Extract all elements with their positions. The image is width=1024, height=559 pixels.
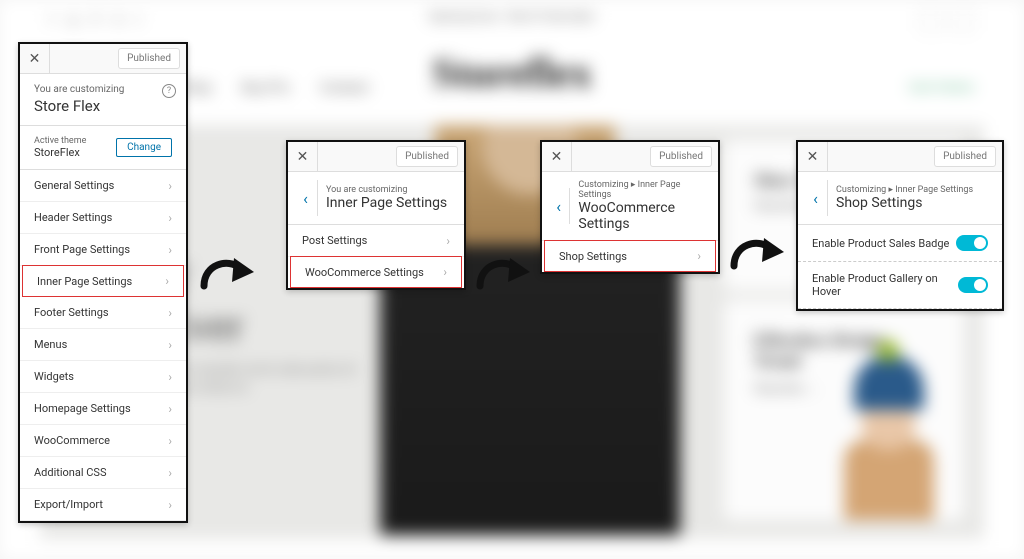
- toggle-switch[interactable]: [956, 235, 988, 251]
- customizing-label: You are customizing: [34, 84, 172, 95]
- option-label: Enable Product Sales Badge: [812, 237, 949, 250]
- menu-item-header-settings[interactable]: Header Settings ›: [20, 202, 186, 234]
- panel-title: Shop Settings: [836, 195, 973, 211]
- menu-item-label: Inner Page Settings: [37, 275, 132, 288]
- panel2-list: Post Settings › WooCommerce Settings ›: [288, 225, 464, 288]
- promo-card-2: Effortless Design Trend Shop Now →: [724, 300, 964, 520]
- chevron-right-icon: ›: [168, 402, 172, 416]
- chevron-right-icon: ›: [168, 370, 172, 384]
- panel-title: Inner Page Settings: [326, 195, 447, 211]
- menu-item-label: Menus: [34, 338, 67, 351]
- customizer-panel-root: ✕ Published You are customizing Store Fl…: [18, 42, 188, 523]
- customizer-panel-inner-page: ✕ Published ‹ You are customizing Inner …: [286, 140, 466, 290]
- menu-item-general-settings[interactable]: General Settings ›: [20, 170, 186, 202]
- menu-item-woocommerce-settings[interactable]: WooCommerce Settings ›: [290, 256, 462, 288]
- cart-link: Cart 0 items: [909, 80, 974, 94]
- toggle-switch[interactable]: [958, 277, 988, 293]
- menu-item-label: Additional CSS: [34, 466, 107, 479]
- option-label: Enable Product Gallery on Hover: [812, 272, 958, 298]
- menu-item-label: Front Page Settings: [34, 243, 130, 256]
- menu-item-additional-css[interactable]: Additional CSS ›: [20, 457, 186, 489]
- close-icon[interactable]: ✕: [542, 142, 572, 172]
- close-icon[interactable]: ✕: [798, 142, 828, 172]
- chevron-right-icon: ›: [443, 265, 447, 279]
- opening-hours: Opening hours · Mon-Fri 8am-8pm: [429, 10, 595, 23]
- panel3-list: Shop Settings ›: [542, 240, 718, 272]
- panel4-options: Enable Product Sales Badge Enable Product…: [798, 225, 1002, 309]
- menu-item-footer-settings[interactable]: Footer Settings ›: [20, 297, 186, 329]
- menu-item-label: Widgets: [34, 370, 74, 383]
- chevron-right-icon: ›: [168, 466, 172, 480]
- customizing-label: You are customizing: [326, 185, 447, 195]
- menu-item-inner-page-settings[interactable]: Inner Page Settings ›: [22, 265, 184, 297]
- back-icon[interactable]: ‹: [294, 180, 318, 216]
- panel1-list: General Settings›Header Settings›Front P…: [20, 170, 186, 521]
- menu-item-export-import[interactable]: Export/Import ›: [20, 489, 186, 521]
- social-icons: f◎PXt: [50, 13, 140, 27]
- active-theme-label: Active theme: [34, 136, 86, 146]
- chevron-right-icon: ›: [168, 179, 172, 193]
- menu-item-woocommerce[interactable]: WooCommerce ›: [20, 425, 186, 457]
- site-logo: Storeflex: [432, 50, 592, 98]
- menu-item-post-settings[interactable]: Post Settings ›: [288, 225, 464, 257]
- customizer-panel-shop-settings: ✕ Published ‹ Customizing ▸ Inner Page S…: [796, 140, 1004, 311]
- chevron-right-icon: ›: [168, 338, 172, 352]
- menu-item-menus[interactable]: Menus ›: [20, 329, 186, 361]
- menu-item-homepage-settings[interactable]: Homepage Settings ›: [20, 393, 186, 425]
- chevron-right-icon: ›: [168, 498, 172, 512]
- menu-item-shop-settings[interactable]: Shop Settings ›: [544, 240, 716, 272]
- menu-item-widgets[interactable]: Widgets ›: [20, 361, 186, 393]
- publish-status-button[interactable]: Published: [396, 146, 458, 167]
- panel-title-block: Customizing ▸ Inner Page Settings Shop S…: [836, 185, 973, 211]
- help-icon[interactable]: ?: [162, 84, 176, 98]
- close-icon[interactable]: ✕: [20, 44, 50, 74]
- panel-title: Store Flex: [34, 97, 172, 115]
- option-enable-product-sales-badge: Enable Product Sales Badge: [798, 225, 1002, 262]
- publish-status-button[interactable]: Published: [934, 146, 996, 167]
- close-icon[interactable]: ✕: [288, 142, 318, 172]
- menu-item-front-page-settings[interactable]: Front Page Settings ›: [20, 234, 186, 266]
- active-theme-row: Active theme StoreFlex Change: [20, 126, 186, 170]
- breadcrumb: Customizing ▸ Inner Page Settings: [836, 185, 973, 195]
- panel-title-block: You are customizing Store Flex ?: [20, 74, 186, 126]
- chevron-right-icon: ›: [165, 274, 169, 288]
- publish-status-button[interactable]: Published: [650, 146, 712, 167]
- active-theme-name: StoreFlex: [34, 146, 86, 159]
- breadcrumb: Customizing ▸ Inner Page Settings: [578, 180, 708, 200]
- primary-nav: Shop Buy Pro Contact: [180, 80, 369, 96]
- chevron-right-icon: ›: [168, 434, 172, 448]
- menu-item-label: Export/Import: [34, 498, 103, 511]
- chevron-right-icon: ›: [168, 306, 172, 320]
- customizer-panel-woocommerce: ✕ Published ‹ Customizing ▸ Inner Page S…: [540, 140, 720, 274]
- menu-item-label: WooCommerce Settings: [305, 266, 424, 279]
- panel-title-block: Customizing ▸ Inner Page Settings WooCom…: [578, 180, 708, 232]
- menu-item-label: General Settings: [34, 179, 114, 192]
- back-icon[interactable]: ‹: [804, 180, 828, 216]
- menu-item-label: Footer Settings: [34, 306, 109, 319]
- flow-arrow-icon: [198, 250, 258, 296]
- chevron-right-icon: ›: [168, 243, 172, 257]
- option-enable-product-gallery-on-hover: Enable Product Gallery on Hover: [798, 262, 1002, 309]
- flow-arrow-icon: [728, 230, 788, 276]
- chevron-right-icon: ›: [446, 234, 450, 248]
- menu-item-label: Post Settings: [302, 234, 367, 247]
- menu-item-label: Shop Settings: [559, 250, 627, 263]
- publish-status-button[interactable]: Published: [118, 48, 180, 69]
- menu-item-label: Homepage Settings: [34, 402, 131, 415]
- change-theme-button[interactable]: Change: [116, 138, 172, 157]
- hero-subtext: ipsum cupcake carrot cake pastry sit cot…: [160, 360, 360, 396]
- menu-item-label: WooCommerce: [34, 434, 110, 447]
- panel-title-block: You are customizing Inner Page Settings: [326, 185, 447, 211]
- panel-title: WooCommerce Settings: [578, 200, 708, 232]
- flow-arrow-icon: [474, 250, 534, 296]
- chevron-right-icon: ›: [697, 249, 701, 263]
- topbar-actions: [920, 9, 974, 31]
- menu-item-label: Header Settings: [34, 211, 112, 224]
- chevron-right-icon: ›: [168, 211, 172, 225]
- back-icon[interactable]: ‹: [548, 188, 570, 224]
